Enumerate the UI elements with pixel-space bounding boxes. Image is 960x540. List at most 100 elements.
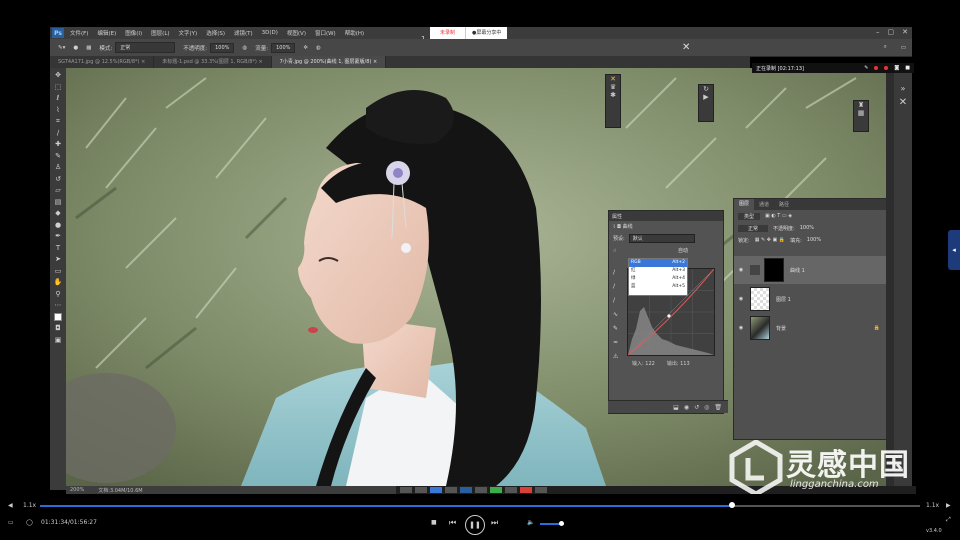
eye-icon[interactable]: ◉: [736, 325, 746, 331]
channel-option-blue[interactable]: 蓝 Alt+5: [629, 283, 687, 291]
eyedropper-tool-icon[interactable]: ∕: [54, 129, 63, 138]
channel-option-red[interactable]: 红 Alt+3: [629, 267, 687, 275]
zoom-level[interactable]: 200%: [70, 487, 84, 493]
close-dock-icon[interactable]: ✕: [894, 97, 912, 108]
pen-tool-icon[interactable]: ✒: [54, 232, 63, 241]
taskbar-item[interactable]: [415, 487, 427, 493]
filter-icons[interactable]: ▣ ◐ T ▭ ◈: [765, 213, 792, 219]
clone-stamp-tool-icon[interactable]: ♙: [54, 163, 63, 172]
clipping-icon[interactable]: ⚠: [613, 353, 618, 360]
next-button-icon[interactable]: ⏭: [491, 518, 498, 528]
eyedropper-white-icon[interactable]: ∕: [613, 297, 618, 304]
marquee-tool-icon[interactable]: ⬚: [54, 83, 63, 92]
quick-mask-icon[interactable]: ◘: [54, 324, 63, 333]
layer-row-layer1[interactable]: ◉ 图层 1: [734, 285, 888, 313]
menu-help[interactable]: 帮助(H): [345, 29, 364, 37]
adjustments-icon[interactable]: ▦: [854, 109, 868, 117]
layer-mask-thumb[interactable]: [764, 258, 784, 282]
healing-tool-icon[interactable]: ✚: [54, 140, 63, 149]
stop-button-icon[interactable]: ■: [431, 519, 437, 526]
history-brush-tool-icon[interactable]: ↺: [54, 175, 63, 184]
menu-window[interactable]: 窗口(W): [315, 29, 336, 37]
layer-row-background[interactable]: ◉ 背景 🔒: [734, 314, 888, 342]
prev-frame-icon[interactable]: ◀: [8, 502, 13, 509]
lock-icons[interactable]: ▦ ✎ ✥ ▣ 🔒: [755, 237, 785, 243]
taskbar-item[interactable]: [520, 487, 532, 493]
dodge-tool-icon[interactable]: ●: [54, 221, 63, 230]
document-size[interactable]: 文档:3.04M/10.6M: [98, 487, 142, 494]
taskbar-item[interactable]: [475, 487, 487, 493]
layer-row-curves[interactable]: ◉ 曲线 1: [734, 256, 888, 284]
menu-image[interactable]: 图像(I): [125, 29, 142, 37]
channel-tool-icon[interactable]: ☝: [613, 248, 616, 254]
more-tools-icon[interactable]: ⋯: [54, 301, 63, 310]
lasso-tool-icon[interactable]: ℓ: [54, 94, 63, 103]
close-icon[interactable]: ✕: [902, 28, 908, 36]
opacity-field[interactable]: 100%: [210, 42, 235, 53]
actions-play-icon[interactable]: ▶: [699, 93, 713, 101]
workspace-icon[interactable]: ▭: [901, 45, 906, 51]
brush-size-icon[interactable]: ●: [73, 45, 78, 51]
taskbar-item[interactable]: [505, 487, 517, 493]
seek-handle[interactable]: [728, 502, 735, 508]
move-tool-icon[interactable]: ✥: [54, 71, 63, 80]
settings-icon[interactable]: ✱: [606, 91, 620, 99]
speed-right[interactable]: 1.1x: [926, 502, 939, 509]
menu-filter[interactable]: 滤镜(T): [234, 29, 253, 37]
airbrush-icon[interactable]: ✲: [303, 45, 308, 51]
playlist-icon[interactable]: ▭: [8, 519, 14, 526]
next-frame-icon[interactable]: ▶: [946, 502, 951, 509]
eye-icon[interactable]: ◉: [736, 296, 746, 302]
preset-select[interactable]: 默认: [628, 234, 695, 243]
view-previous-icon[interactable]: ◉: [684, 404, 689, 411]
tab-document-3[interactable]: 7小青.jpg @ 200%(曲线 1, 图层蒙版/8) ×: [271, 56, 387, 68]
eyedropper-black-icon[interactable]: ∕: [613, 269, 618, 276]
menu-select[interactable]: 选择(S): [206, 29, 225, 37]
eraser-tool-icon[interactable]: ▱: [54, 186, 63, 195]
hand-tool-icon[interactable]: ✋: [54, 278, 63, 287]
screen-share-button[interactable]: ●屏幕分享中: [465, 27, 508, 39]
maximize-icon[interactable]: ▢: [888, 28, 895, 36]
fill-field[interactable]: 100%: [807, 237, 821, 243]
clone-source-icon[interactable]: ♛: [606, 83, 620, 91]
menu-type[interactable]: 文字(Y): [179, 29, 198, 37]
delete-icon[interactable]: 🗑: [714, 404, 722, 411]
crop-tool-icon[interactable]: ⌗: [54, 117, 63, 126]
input-value[interactable]: 122: [645, 361, 655, 367]
tab-layers[interactable]: 图层: [734, 199, 755, 210]
blend-mode-select[interactable]: 正常: [738, 224, 769, 232]
menu-3d[interactable]: 3D(D): [262, 30, 278, 36]
record-dot-icon[interactable]: [874, 66, 879, 70]
menu-edit[interactable]: 编辑(E): [97, 29, 116, 37]
tab-paths[interactable]: 路径: [774, 201, 794, 208]
filter-kind-select[interactable]: 类型: [738, 212, 761, 220]
blur-tool-icon[interactable]: ◆: [54, 209, 63, 218]
side-expand-handle[interactable]: ◂: [948, 230, 960, 270]
visibility-icon[interactable]: ◎: [704, 404, 709, 411]
tab-document-2[interactable]: 未标题-1.psd @ 33.3%(图层 1, RGB/8*) ×: [154, 56, 272, 68]
camera-icon[interactable]: ◙: [894, 65, 899, 71]
type-tool-icon[interactable]: T: [54, 244, 63, 253]
gradient-tool-icon[interactable]: ▤: [54, 198, 63, 207]
eyedropper-gray-icon[interactable]: ∕: [613, 283, 618, 290]
taskbar-item[interactable]: [490, 487, 502, 493]
quick-select-tool-icon[interactable]: ⌇: [54, 106, 63, 115]
eye-icon[interactable]: ◉: [736, 267, 746, 273]
taskbar-item[interactable]: [535, 487, 547, 493]
history-icon[interactable]: ↻: [699, 85, 713, 93]
path-select-tool-icon[interactable]: ➤: [54, 255, 63, 264]
channel-dropdown[interactable]: RGB Alt+2 红 Alt+3 绿 Alt+4 蓝 Alt+5: [628, 258, 688, 296]
smooth-curve-icon[interactable]: ≈: [613, 339, 618, 346]
pressure-size-icon[interactable]: ◍: [316, 45, 321, 51]
menu-file[interactable]: 文件(F): [70, 29, 88, 37]
volume-icon[interactable]: 🔈: [527, 519, 534, 526]
zoom-tool-icon[interactable]: ⚲: [54, 290, 63, 299]
layer-opacity-field[interactable]: 100%: [800, 225, 814, 231]
flow-field[interactable]: 100%: [271, 42, 296, 53]
mode-select[interactable]: 正常: [115, 42, 176, 53]
layer-mask-icon[interactable]: ◘: [617, 224, 621, 230]
brush-preset-icon[interactable]: ✕: [606, 75, 620, 83]
brush-tool-icon[interactable]: ✎: [54, 152, 63, 161]
panel-collapse-icon[interactable]: »: [894, 84, 912, 93]
screen-mode-icon[interactable]: ▣: [54, 336, 63, 345]
